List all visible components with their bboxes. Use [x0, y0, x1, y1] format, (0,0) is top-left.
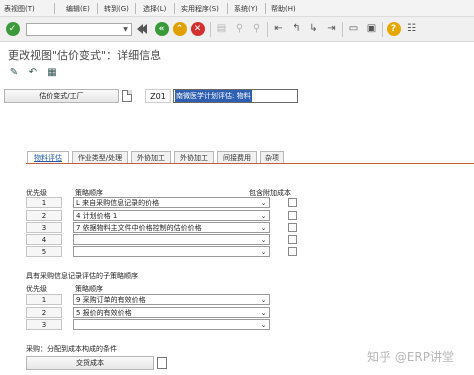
- sub-strategy-value: 9 采购订单的有效价格: [76, 295, 146, 304]
- sub-strategy-dropdown-1[interactable]: 9 采购订单的有效价格 ⌄: [73, 294, 270, 305]
- priority-2: 2: [26, 210, 62, 221]
- delivery-costs-button[interactable]: 交货成本: [26, 356, 154, 370]
- chevron-down-icon: ⌄: [260, 308, 267, 317]
- menu-system[interactable]: 系统(Y): [234, 4, 258, 14]
- watermark: 知乎 @ERP讲堂: [367, 350, 454, 364]
- command-field[interactable]: ▼: [26, 23, 132, 36]
- priority-1: 1: [26, 197, 62, 208]
- toolbar-separator: [342, 22, 343, 37]
- additive-cost-checkbox-1[interactable]: [288, 198, 297, 207]
- new-session-icon[interactable]: ▭: [346, 21, 361, 36]
- strategy-dropdown-5[interactable]: ⌄: [73, 246, 270, 257]
- additive-cost-checkbox-3[interactable]: [288, 223, 297, 232]
- last-page-icon[interactable]: ⇥: [324, 21, 339, 36]
- menu-separator: [265, 3, 266, 14]
- shortcut-icon[interactable]: ▣: [364, 21, 379, 36]
- menu-separator: [227, 3, 228, 14]
- tab-subcontracting-1[interactable]: 外协加工: [131, 151, 171, 163]
- valuation-variant-plant-label: 估价变式/工厂: [4, 89, 119, 103]
- cancel-icon[interactable]: ✕: [190, 21, 205, 36]
- strategy-dropdown-1[interactable]: L 来自采购信息记录的价格 ⌄: [73, 197, 270, 208]
- sub-strategy-dropdown-2[interactable]: 5 报价的有效价格 ⌄: [73, 307, 270, 318]
- standard-toolbar: ✓ ▼ « ⌃ ✕ ▤ ⚲ ⚲ ⇤ ↰ ↳ ⇥ ▭ ▣ ? ☷: [0, 17, 474, 42]
- tab-activity-type[interactable]: 作业类型/处理: [72, 151, 128, 163]
- strategy-dropdown-4[interactable]: ⌄: [73, 234, 270, 245]
- help-icon[interactable]: ?: [386, 21, 401, 36]
- additive-cost-checkbox-5[interactable]: [288, 247, 297, 256]
- sub-strategy-dropdown-3[interactable]: ⌄: [73, 319, 270, 330]
- back-icon[interactable]: «: [154, 21, 169, 36]
- strategy-dropdown-2[interactable]: 4 计划价格 1 ⌄: [73, 210, 270, 221]
- find-next-icon[interactable]: ⚲: [249, 21, 264, 36]
- undo-icon[interactable]: ↶: [25, 65, 41, 80]
- valuation-variant-description[interactable]: 南微医学计划评估: 物料: [173, 89, 298, 103]
- display-change-icon[interactable]: ✎: [6, 65, 22, 80]
- menu-utilities[interactable]: 实用程序(S): [181, 4, 219, 14]
- strategy-dropdown-3[interactable]: 7 依据物料主文件中价格控制的估价价格 ⌄: [73, 222, 270, 233]
- priority-3: 3: [26, 222, 62, 233]
- document-icon[interactable]: [122, 90, 132, 102]
- sub-priority-3: 3: [26, 319, 62, 330]
- chevron-down-icon: ⌄: [260, 247, 267, 256]
- page-title: 更改视图"估价变式"：详细信息: [8, 49, 162, 62]
- menu-goto[interactable]: 转到(G): [104, 4, 129, 14]
- sub-priority-2: 2: [26, 307, 62, 318]
- tab-underline: [26, 163, 474, 164]
- description-text: 南微医学计划评估: 物料: [175, 90, 252, 102]
- customize-icon[interactable]: ☷: [404, 21, 419, 36]
- strategy-value: L 来自采购信息记录的价格: [76, 198, 160, 207]
- previous-page-icon[interactable]: ↰: [289, 21, 304, 36]
- additive-cost-checkbox-4[interactable]: [288, 235, 297, 244]
- toolbar-separator: [267, 22, 268, 37]
- menu-separator: [97, 3, 98, 14]
- priority-4: 4: [26, 234, 62, 245]
- menu-table-view[interactable]: 表视图(T): [4, 4, 35, 14]
- tab-subcontracting-2[interactable]: 外协加工: [174, 151, 214, 163]
- print-icon[interactable]: ▤: [214, 21, 229, 36]
- valuation-variant-code: Z01: [145, 89, 171, 103]
- details-icon[interactable]: ▦: [44, 65, 60, 80]
- dropdown-arrow[interactable]: ▼: [120, 24, 131, 35]
- tab-misc[interactable]: 杂项: [260, 151, 284, 163]
- menu-help[interactable]: 帮助(H): [271, 4, 296, 14]
- chevron-down-icon: ⌄: [260, 235, 267, 244]
- menu-selection[interactable]: 选择(L): [143, 4, 166, 14]
- col-strategy: 策略顺序: [75, 285, 103, 293]
- menu-separator: [174, 3, 175, 14]
- chevron-down-icon: ⌄: [260, 320, 267, 329]
- find-icon[interactable]: ⚲: [232, 21, 247, 36]
- chevron-down-icon: ⌄: [260, 211, 267, 220]
- col-priority: 优先级: [26, 285, 47, 293]
- first-page-icon[interactable]: ⇤: [271, 21, 286, 36]
- menu-edit[interactable]: 编辑(E): [66, 4, 90, 14]
- purchasing-heading: 采购：分配到成本构成的条件: [26, 345, 117, 353]
- exit-icon[interactable]: ⌃: [172, 21, 187, 36]
- toolbar-separator: [382, 22, 383, 37]
- menu-bar: 表视图(T) 编辑(E) 转到(G) 选择(L) 实用程序(S) 系统(Y) 帮…: [0, 0, 474, 17]
- chevron-down-icon: ⌄: [260, 223, 267, 232]
- chevron-down-icon: ⌄: [260, 198, 267, 207]
- toolbar-separator: [210, 22, 211, 37]
- strategy-value: 4 计划价格 1: [76, 211, 118, 220]
- chevron-down-icon: ⌄: [260, 295, 267, 304]
- sub-strategy-heading: 具有采购信息记录评估的子策略顺序: [26, 272, 138, 280]
- strategy-value: 7 依据物料主文件中价格控制的估价价格: [76, 223, 202, 232]
- sub-strategy-value: 5 报价的有效价格: [76, 308, 132, 317]
- priority-5: 5: [26, 246, 62, 257]
- save-icon[interactable]: [135, 21, 150, 36]
- check-icon[interactable]: ✓: [5, 21, 20, 36]
- menu-separator: [54, 3, 55, 14]
- tab-overhead[interactable]: 间接费用: [217, 151, 257, 163]
- document-icon[interactable]: [157, 357, 167, 369]
- additive-cost-checkbox-2[interactable]: [288, 211, 297, 220]
- menu-separator: [135, 3, 136, 14]
- sub-priority-1: 1: [26, 294, 62, 305]
- next-page-icon[interactable]: ↳: [306, 21, 321, 36]
